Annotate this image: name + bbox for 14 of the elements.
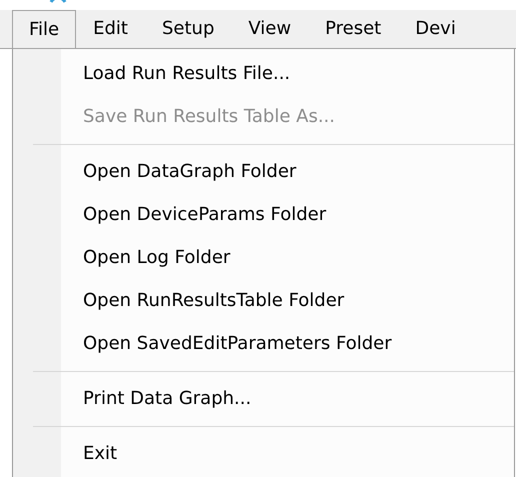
menu-bar-item[interactable]: File — [12, 10, 76, 48]
menu-bar-item[interactable]: Devi — [398, 10, 473, 48]
menu-item[interactable]: Open DeviceParams Folder — [61, 193, 514, 236]
menu-item[interactable]: Print Data Graph... — [61, 377, 514, 420]
menu-item[interactable]: Open Log Folder — [61, 236, 514, 279]
menu-item[interactable]: Open DataGraph Folder — [61, 150, 514, 193]
menu-bar-item[interactable]: Edit — [76, 10, 145, 48]
menu-item[interactable]: Open SavedEditParameters Folder — [61, 322, 514, 365]
menu-bar-item[interactable]: Preset — [308, 10, 398, 48]
menu-item[interactable]: Open RunResultsTable Folder — [61, 279, 514, 322]
menu-item[interactable]: Exit — [61, 432, 514, 475]
menu-bar-item[interactable]: View — [231, 10, 308, 48]
menu-item[interactable]: Load Run Results File... — [61, 52, 514, 95]
menu-bar-item[interactable]: Setup — [144, 10, 232, 48]
